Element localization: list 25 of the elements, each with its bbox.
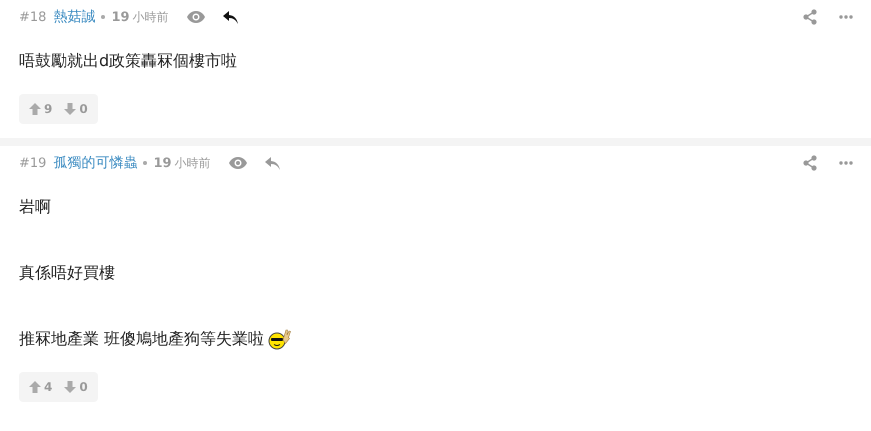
post-number: #19 [19, 156, 46, 170]
share-icon[interactable] [803, 155, 817, 171]
comment-text: 推冧地產業 班傻鳩地產狗等失業啦 [19, 328, 264, 350]
more-icon[interactable] [839, 15, 853, 19]
comment-text: 真係唔好買樓 [19, 262, 115, 284]
reply-icon[interactable] [222, 10, 238, 24]
time-value: 19 [111, 10, 130, 24]
time-unit: 小時前 [132, 8, 169, 26]
time-unit: 小時前 [174, 154, 211, 172]
eye-icon[interactable] [186, 11, 205, 23]
separator-dot [101, 15, 106, 19]
upvote-button[interactable]: 4 [29, 380, 52, 394]
share-icon[interactable] [803, 9, 817, 25]
downvote-button[interactable]: 0 [64, 102, 88, 116]
author-link[interactable]: 熱菇誠 [53, 8, 96, 26]
downvote-button[interactable]: 0 [64, 380, 88, 394]
time-value: 19 [153, 156, 172, 170]
author-link[interactable]: 孤獨的可憐蟲 [53, 154, 138, 172]
more-icon[interactable] [839, 161, 853, 165]
eye-icon[interactable] [228, 157, 247, 169]
post-number: #18 [19, 10, 46, 24]
separator-dot [143, 161, 148, 165]
comment-text: 岩啊 [19, 196, 51, 218]
comment-text: 唔鼓勵就出d政策轟冧個樓市啦 [19, 50, 238, 72]
upvote-button[interactable]: 9 [29, 102, 52, 116]
